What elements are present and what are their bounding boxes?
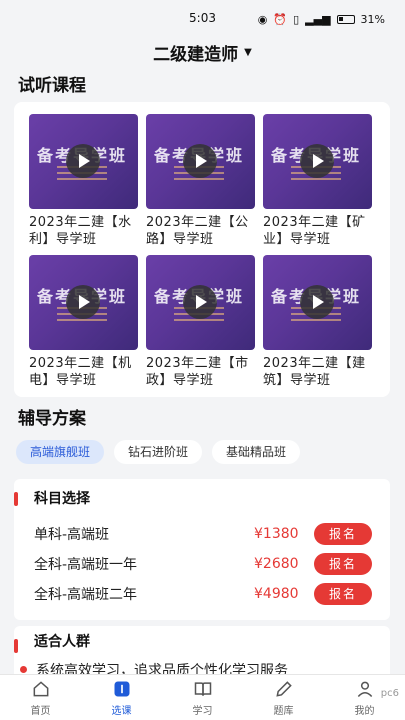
subject-name: 全科-高端班二年 — [34, 587, 138, 603]
pencil-icon — [275, 680, 292, 697]
exam-selector[interactable]: 二级建造师 ▼ — [0, 38, 405, 66]
course-item[interactable]: 备考导学班 2023年二建【机电】导学班 — [29, 255, 138, 389]
subject-price: ¥4980 — [254, 586, 299, 602]
course-thumbnail[interactable]: 备考导学班 — [29, 255, 138, 350]
battery-icon — [336, 14, 355, 24]
status-bar: 5:03 ◉ ⏰ ▯ ▂▄▆ 31% — [0, 0, 405, 38]
home-icon — [33, 680, 48, 696]
page-title: 二级建造师 — [153, 44, 239, 65]
play-icon[interactable] — [66, 144, 100, 178]
status-icons: ◉ ⏰ ▯ ▂▄▆ 31% — [258, 13, 385, 26]
subject-row: 单科-高端班 ¥1380 报名 — [14, 519, 390, 549]
watermark-logo: pc6 — [380, 688, 399, 699]
subject-card: 科目选择 单科-高端班 ¥1380 报名 全科-高端班一年 ¥2680 报名 全… — [14, 479, 390, 620]
play-icon[interactable] — [300, 285, 334, 319]
subject-row: 全科-高端班二年 ¥4980 报名 — [14, 579, 390, 609]
enroll-button[interactable]: 报名 — [314, 553, 372, 575]
course-item[interactable]: 备考导学班 2023年二建【市政】导学班 — [146, 255, 255, 389]
eye-icon: ◉ — [257, 12, 268, 26]
plan-section-title: 辅导方案 — [18, 409, 86, 429]
signal-icon: ▂▄▆ — [305, 12, 331, 26]
status-time: 5:03 — [189, 11, 216, 25]
play-icon[interactable] — [183, 285, 217, 319]
tab-basic[interactable]: 基础精品班 — [212, 440, 301, 464]
course-item[interactable]: 备考导学班 2023年二建【矿业】导学班 — [263, 114, 372, 248]
course-item[interactable]: 备考导学班 2023年二建【公路】导学班 — [146, 114, 255, 248]
plan-tabs: 高端旗舰班 钻石进阶班 基础精品班 — [16, 440, 301, 464]
enroll-button[interactable]: 报名 — [314, 523, 372, 545]
course-icon — [114, 681, 129, 696]
tab-diamond[interactable]: 钻石进阶班 — [114, 440, 203, 464]
bottom-tabbar: 首页 选课 学习 题库 我的 — [0, 674, 405, 720]
play-icon[interactable] — [183, 144, 217, 178]
course-title[interactable]: 2023年二建【市政】导学班 — [146, 355, 255, 389]
vibrate-icon: ▯ — [293, 12, 300, 26]
book-icon — [194, 681, 211, 696]
course-item[interactable]: 备考导学班 2023年二建【水利】导学班 — [29, 114, 138, 248]
tab-course-label: 选课 — [111, 705, 132, 717]
course-title[interactable]: 2023年二建【公路】导学班 — [146, 214, 255, 248]
course-title[interactable]: 2023年二建【水利】导学班 — [29, 214, 138, 248]
tab-question-bank[interactable]: 题库 — [243, 675, 324, 720]
subject-name: 全科-高端班一年 — [34, 557, 138, 573]
tab-study[interactable]: 学习 — [162, 675, 243, 720]
tab-course[interactable]: 选课 — [81, 675, 162, 720]
tab-home-label: 首页 — [30, 705, 51, 717]
course-thumbnail[interactable]: 备考导学班 — [29, 114, 138, 209]
battery-percent: 31% — [360, 12, 385, 26]
tab-study-label: 学习 — [192, 705, 213, 717]
course-thumbnail[interactable]: 备考导学班 — [263, 255, 372, 350]
tab-home[interactable]: 首页 — [0, 675, 81, 720]
subject-row: 全科-高端班一年 ¥2680 报名 — [14, 549, 390, 579]
course-thumbnail[interactable]: 备考导学班 — [146, 114, 255, 209]
subject-price: ¥1380 — [254, 526, 299, 542]
subject-price: ¥2680 — [254, 556, 299, 572]
caret-down-icon: ▼ — [244, 46, 252, 58]
enroll-button[interactable]: 报名 — [314, 583, 372, 605]
subject-name: 单科-高端班 — [34, 527, 110, 543]
tab-premium[interactable]: 高端旗舰班 — [16, 440, 105, 464]
subject-card-title: 科目选择 — [14, 479, 390, 519]
audience-card-title: 适合人群 — [14, 626, 390, 658]
course-thumbnail[interactable]: 备考导学班 — [146, 255, 255, 350]
trial-section-title: 试听课程 — [18, 76, 86, 96]
play-icon[interactable] — [300, 144, 334, 178]
tab-mine-label: 我的 — [354, 705, 375, 717]
trial-courses-card: 备考导学班 2023年二建【水利】导学班 备考导学班 2023年二建【公路】导学… — [14, 102, 390, 397]
user-icon — [357, 681, 372, 697]
course-thumbnail[interactable]: 备考导学班 — [263, 114, 372, 209]
course-title[interactable]: 2023年二建【建筑】导学班 — [263, 355, 372, 389]
course-title[interactable]: 2023年二建【矿业】导学班 — [263, 214, 372, 248]
alarm-icon: ⏰ — [273, 12, 288, 26]
course-title[interactable]: 2023年二建【机电】导学班 — [29, 355, 138, 389]
course-item[interactable]: 备考导学班 2023年二建【建筑】导学班 — [263, 255, 372, 389]
tab-question-bank-label: 题库 — [273, 705, 294, 717]
play-icon[interactable] — [66, 285, 100, 319]
